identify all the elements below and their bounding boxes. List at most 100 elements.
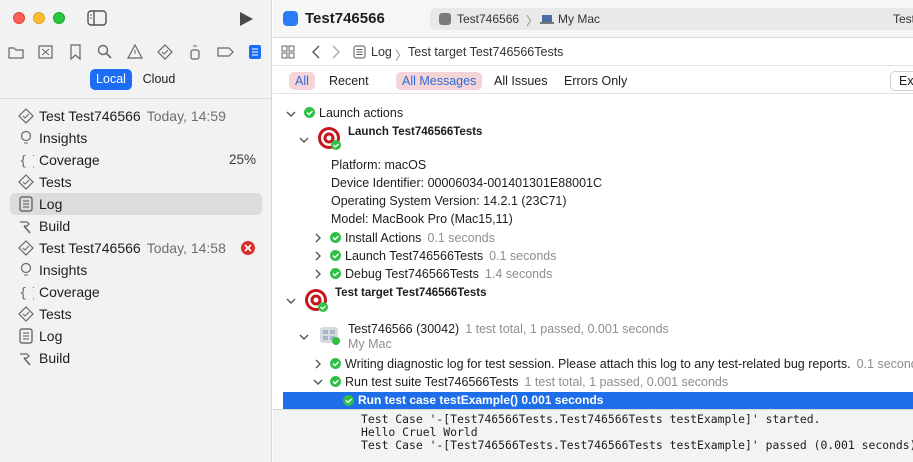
target-app-icon: [318, 127, 341, 150]
back-chevron-icon[interactable]: [311, 45, 321, 59]
sidebar-item-tests[interactable]: Tests: [10, 171, 262, 193]
disclosure-closed-icon[interactable]: [313, 269, 323, 279]
report-navigator-icon[interactable]: [246, 43, 264, 61]
sidebar-item-insights[interactable]: Insights: [10, 127, 262, 149]
run-destination: My Mac: [558, 12, 600, 26]
folder-icon[interactable]: [7, 43, 25, 61]
disclosure-closed-icon[interactable]: [313, 359, 323, 369]
breakpoint-tag-icon[interactable]: [216, 43, 234, 61]
braces-icon: { }: [19, 154, 34, 168]
launch-actions-row[interactable]: Launch actions: [319, 104, 403, 122]
close-window-button[interactable]: [13, 12, 25, 24]
suite-summary: 1 test total, 1 passed, 0.001 seconds: [524, 375, 729, 389]
test-diamond-icon[interactable]: [156, 43, 174, 61]
lightbulb-icon: [20, 130, 32, 144]
sidebar-item-label: Insights: [39, 262, 88, 278]
install-actions-label: Install Actions: [345, 231, 422, 245]
install-actions-duration: 0.1 seconds: [427, 231, 495, 245]
install-actions-row[interactable]: Install Actions 0.1 seconds: [345, 229, 495, 247]
sidebar-item-log[interactable]: Log: [10, 325, 262, 347]
test-case-label: Run test case testExample(): [358, 393, 519, 407]
cloud-scope-button[interactable]: Cloud: [138, 69, 180, 90]
debug-row[interactable]: Debug Test746566Tests 1.4 seconds: [345, 265, 552, 283]
log-document-icon: [19, 328, 33, 344]
sidebar-item-insights[interactable]: Insights: [10, 259, 262, 281]
launch-title[interactable]: Launch Test746566Tests: [348, 123, 482, 141]
zoom-window-button[interactable]: [53, 12, 65, 24]
log-filter-bar: All Recent All Messages All Issues Error…: [273, 67, 913, 94]
diagnostic-label: Writing diagnostic log for test session.…: [345, 357, 851, 371]
svg-text:{ }: { }: [19, 286, 34, 300]
sidebar-item-build[interactable]: Build: [10, 215, 262, 237]
disclosure-open-icon[interactable]: [299, 332, 309, 342]
success-check-icon: [330, 232, 341, 243]
model-info: Model: MacBook Pro (Mac15,11): [331, 212, 513, 226]
braces-icon: { }: [19, 286, 34, 300]
disclosure-open-icon[interactable]: [299, 135, 309, 145]
grid-related-items-icon[interactable]: [281, 45, 295, 59]
test-suite-row[interactable]: Run test suite Test746566Tests 1 test tot…: [345, 373, 728, 391]
disclosure-closed-icon[interactable]: [313, 233, 323, 243]
platform-info: Platform: macOS: [331, 158, 427, 172]
filter-errors-only[interactable]: Errors Only: [558, 72, 633, 90]
filter-recent[interactable]: Recent: [323, 72, 375, 90]
forward-chevron-icon[interactable]: [331, 45, 341, 59]
success-check-icon: [304, 107, 315, 118]
search-icon[interactable]: [96, 43, 114, 61]
window-title: Test746566: [305, 10, 385, 27]
filter-all-messages[interactable]: All Messages: [396, 72, 483, 90]
sidebar-item-label: Log: [39, 196, 63, 212]
debug-label: Debug Test746566Tests: [345, 267, 479, 281]
scheme-app-icon: [439, 13, 451, 25]
sidebar-item-tests[interactable]: Tests: [10, 303, 262, 325]
diagnostic-log-row[interactable]: Writing diagnostic log for test session.…: [345, 355, 913, 373]
report-timestamp: Today, 14:59: [146, 108, 226, 124]
hammer-icon: [20, 353, 31, 366]
breadcrumb-log[interactable]: Log: [371, 45, 392, 59]
success-check-icon: [330, 376, 341, 387]
source-control-icon[interactable]: [37, 43, 55, 61]
run-play-icon[interactable]: [238, 11, 254, 27]
test-diamond-icon: [18, 108, 34, 124]
launch-row[interactable]: Launch Test746566Tests 0.1 seconds: [345, 247, 557, 265]
report-test-run-1459[interactable]: Test Test746566 Today, 14:59: [10, 105, 262, 127]
local-scope-button[interactable]: Local: [90, 69, 132, 90]
debug-spray-icon[interactable]: [186, 43, 204, 61]
report-test-run-1458[interactable]: Test Test746566 Today, 14:58: [10, 237, 262, 259]
sidebar-item-coverage[interactable]: { } Coverage: [10, 281, 262, 303]
launch-label: Launch Test746566Tests: [345, 249, 484, 263]
minimize-window-button[interactable]: [33, 12, 45, 24]
diagnostic-duration: 0.1 seconds: [856, 357, 913, 371]
disclosure-open-icon[interactable]: [313, 377, 323, 387]
disclosure-closed-icon[interactable]: [313, 251, 323, 261]
disclosure-open-icon[interactable]: [286, 296, 296, 306]
test-target-title[interactable]: Test target Test746566Tests: [335, 284, 487, 302]
issue-warning-icon[interactable]: [126, 43, 144, 61]
coverage-percentage: 25%: [228, 152, 256, 167]
test-diamond-icon: [18, 306, 34, 322]
report-timestamp: Today, 14:58: [146, 240, 226, 256]
report-title: Test Test746566: [39, 240, 141, 256]
debug-duration: 1.4 seconds: [484, 267, 553, 281]
scheme-selector[interactable]: Test746566 〉 My Mac Test: [430, 8, 913, 30]
toggle-sidebar-icon[interactable]: [87, 9, 107, 27]
sidebar-item-label: Build: [39, 218, 71, 234]
sidebar-item-build[interactable]: Build: [10, 347, 262, 369]
scheme-name: Test746566: [457, 12, 520, 26]
filter-all-issues[interactable]: All Issues: [488, 72, 554, 90]
sidebar-item-coverage[interactable]: { } Coverage 25%: [10, 149, 262, 171]
console-line: Test Case '-[Test746566Tests.Test746566T…: [361, 438, 913, 452]
breadcrumb-test-target[interactable]: Test target Test746566Tests: [408, 45, 563, 59]
test-process-row[interactable]: Test746566 (30042) 1 test total, 1 passed…: [348, 320, 669, 338]
bookmark-icon[interactable]: [67, 43, 85, 61]
launch-duration: 0.1 seconds: [489, 249, 557, 263]
sidebar-item-log[interactable]: Log: [10, 193, 262, 215]
lightbulb-icon: [20, 262, 32, 276]
sidebar-item-label: Build: [39, 350, 71, 366]
filter-all[interactable]: All: [289, 72, 315, 90]
test-diamond-icon: [18, 174, 34, 190]
activity-status: Test: [893, 12, 913, 26]
window-toolbar: Test746566 Test746566 〉 My Mac Test: [273, 0, 913, 38]
export-button[interactable]: Exp: [890, 71, 913, 91]
disclosure-open-icon[interactable]: [286, 109, 296, 119]
